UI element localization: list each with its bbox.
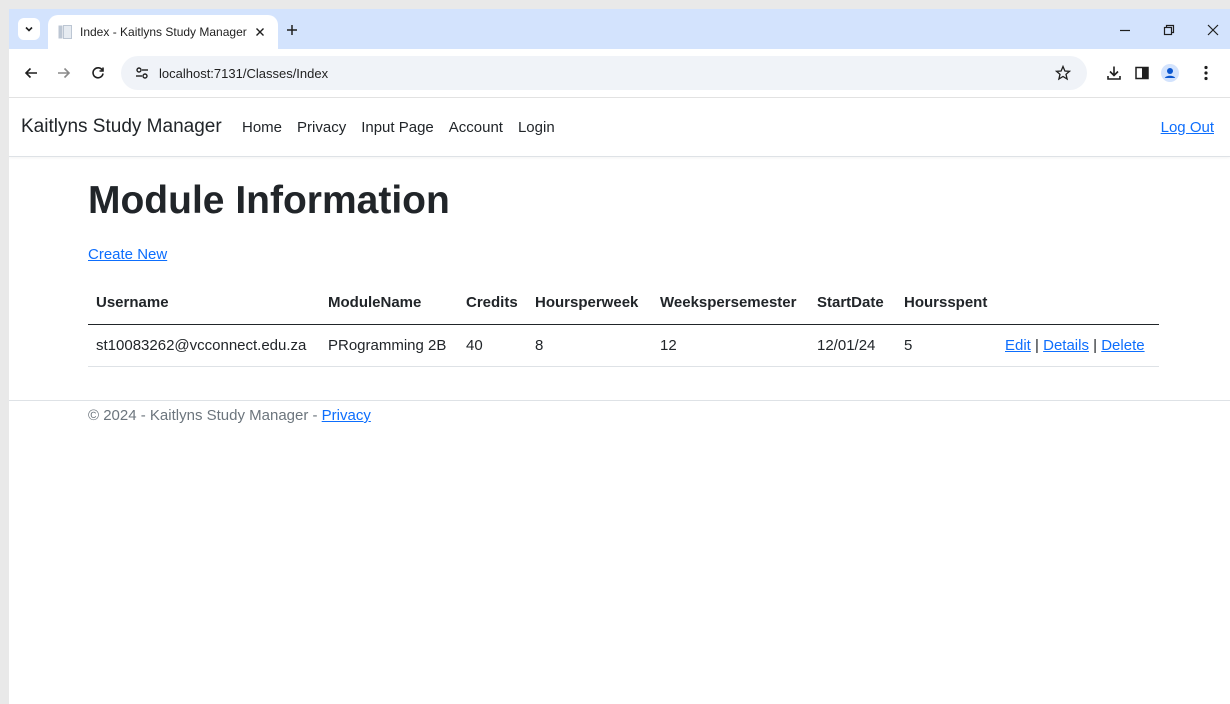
column-header-hours-spent: Hoursspent: [896, 282, 997, 325]
page-favicon-icon: [58, 25, 72, 39]
reload-button[interactable]: [86, 61, 110, 85]
cell-hours-per-week: 8: [527, 324, 652, 367]
footer-privacy-link[interactable]: Privacy: [322, 407, 371, 424]
nav-links: Home Privacy Input Page Account Login: [242, 119, 570, 136]
restore-icon: [1163, 24, 1175, 36]
site-brand[interactable]: Kaitlyns Study Manager: [21, 116, 222, 138]
downloads-button[interactable]: [1102, 61, 1126, 85]
new-tab-button[interactable]: [281, 19, 303, 41]
cell-weeks-per-semester: 12: [652, 324, 809, 367]
back-button[interactable]: [19, 61, 43, 85]
site-navbar: Kaitlyns Study Manager Home Privacy Inpu…: [9, 98, 1230, 157]
table-header-row: Username ModuleName Credits Hoursperweek…: [88, 282, 1159, 325]
tab-search-button[interactable]: [18, 18, 40, 40]
web-page: Kaitlyns Study Manager Home Privacy Inpu…: [9, 98, 1230, 704]
star-icon: [1055, 65, 1071, 81]
nav-link-account[interactable]: Account: [449, 119, 503, 136]
close-window-button[interactable]: [1202, 19, 1224, 41]
kebab-menu-icon: [1204, 65, 1208, 81]
tab-strip: Index - Kaitlyns Study Manager: [9, 9, 1230, 49]
minimize-icon: [1120, 29, 1130, 32]
side-panel-icon: [1135, 66, 1149, 80]
browser-menu-button[interactable]: [1194, 61, 1218, 85]
profile-button[interactable]: [1158, 61, 1182, 85]
module-table: Username ModuleName Credits Hoursperweek…: [88, 282, 1159, 367]
footer-divider: [9, 400, 1230, 401]
cell-credits: 40: [458, 324, 527, 367]
profile-icon: [1161, 64, 1179, 82]
footer-text: © 2024 - Kaitlyns Study Manager -: [88, 407, 322, 424]
tab-title: Index - Kaitlyns Study Manager: [80, 25, 247, 39]
edit-link[interactable]: Edit: [1005, 337, 1031, 354]
side-panel-button[interactable]: [1130, 61, 1154, 85]
column-header-module-name: ModuleName: [320, 282, 458, 325]
address-bar[interactable]: localhost:7131/Classes/Index: [121, 56, 1087, 90]
column-header-credits: Credits: [458, 282, 527, 325]
close-icon: [256, 28, 264, 36]
forward-arrow-icon: [58, 67, 71, 79]
column-header-hours-per-week: Hoursperweek: [527, 282, 652, 325]
address-url: localhost:7131/Classes/Index: [159, 65, 329, 81]
logout-link[interactable]: Log Out: [1161, 119, 1214, 136]
delete-link[interactable]: Delete: [1101, 337, 1144, 354]
cell-start-date: 12/01/24: [809, 324, 896, 367]
column-header-actions: [997, 282, 1159, 325]
cell-actions: Edit | Details | Delete: [997, 324, 1159, 367]
table-row: st10083262@vcconnect.edu.za PRogramming …: [88, 324, 1159, 367]
nav-link-login[interactable]: Login: [518, 119, 555, 136]
footer: © 2024 - Kaitlyns Study Manager - Privac…: [88, 407, 371, 424]
browser-toolbar: localhost:7131/Classes/Index: [9, 49, 1230, 98]
minimize-button[interactable]: [1114, 19, 1136, 41]
close-icon: [1207, 24, 1219, 36]
cell-hours-spent: 5: [896, 324, 997, 367]
browser-window: Index - Kaitlyns Study Manager localhost…: [9, 9, 1230, 704]
column-header-weeks-per-semester: Weekspersemester: [652, 282, 809, 325]
chevron-down-icon: [25, 26, 33, 32]
action-separator: |: [1093, 336, 1098, 354]
bookmark-button[interactable]: [1053, 63, 1073, 83]
tab-close-button[interactable]: [250, 22, 270, 42]
nav-link-home[interactable]: Home: [242, 119, 282, 136]
cell-module-name: PRogramming 2B: [320, 324, 458, 367]
reload-icon: [92, 66, 104, 79]
nav-link-privacy[interactable]: Privacy: [297, 119, 346, 136]
action-separator: |: [1035, 336, 1039, 354]
back-arrow-icon: [24, 67, 37, 79]
cell-username: st10083262@vcconnect.edu.za: [88, 324, 320, 367]
tune-icon[interactable]: [135, 66, 149, 80]
column-header-username: Username: [88, 282, 320, 325]
plus-icon: [287, 25, 297, 35]
page-title: Module Information: [88, 179, 450, 222]
forward-button[interactable]: [52, 61, 76, 85]
column-header-start-date: StartDate: [809, 282, 896, 325]
details-link[interactable]: Details: [1043, 337, 1089, 354]
restore-button[interactable]: [1158, 19, 1180, 41]
download-icon: [1107, 66, 1121, 80]
create-new-link[interactable]: Create New: [88, 246, 167, 263]
tab-active[interactable]: Index - Kaitlyns Study Manager: [48, 15, 278, 49]
nav-link-input-page[interactable]: Input Page: [361, 119, 434, 136]
